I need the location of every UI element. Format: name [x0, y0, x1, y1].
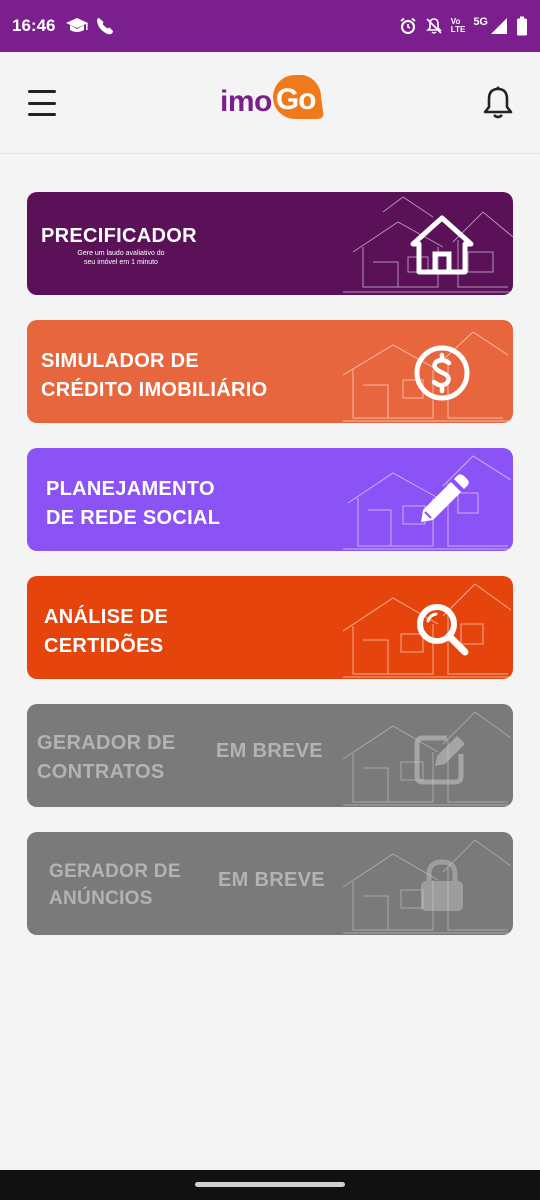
home-gesture-handle[interactable]: [195, 1182, 345, 1187]
status-bar: 16:46 Vo LTE 5G: [0, 0, 540, 52]
house-icon: [410, 215, 474, 275]
dollar-icon: [414, 345, 470, 401]
logo-text-go: Go: [275, 83, 317, 116]
pencil-icon: [421, 474, 469, 522]
feature-cards: PRECIFICADOR Gere um laudo avaliativo do…: [27, 192, 513, 960]
graduation-cap-icon: [66, 18, 89, 32]
card-gerador-anuncios: GERADOR DE ANÚNCIOS EM BREVE: [27, 832, 513, 935]
phone-icon: [97, 18, 114, 35]
card-title: ANÁLISE DE CERTIDÕES: [44, 606, 169, 657]
alarm-icon: [400, 17, 416, 34]
card-title: PLANEJAMENTO DE REDE SOCIAL: [46, 478, 221, 529]
card-title: GERADOR DE ANÚNCIOS: [49, 861, 181, 909]
magnifier-icon: [417, 604, 469, 656]
imogo-logo: imo Go: [220, 74, 329, 130]
menu-icon-line: [28, 101, 56, 105]
app-header: imo Go: [0, 52, 540, 154]
card-title: SIMULADOR DE CRÉDITO IMOBILIÁRIO: [41, 350, 268, 401]
card-analise-certidoes[interactable]: ANÁLISE DE CERTIDÕES: [27, 576, 513, 679]
volte-label: Vo LTE: [450, 17, 466, 34]
network-label: 5G: [473, 16, 488, 28]
status-time: 16:46: [12, 16, 56, 35]
signal-icon: [491, 18, 507, 34]
coming-soon-label: EM BREVE: [218, 869, 325, 891]
menu-icon-line: [28, 90, 56, 93]
mute-icon: [425, 18, 442, 34]
edit-icon: [414, 735, 465, 785]
notifications-button[interactable]: [482, 86, 514, 120]
bell-icon: [483, 86, 513, 119]
card-planejamento-rede-social[interactable]: PLANEJAMENTO DE REDE SOCIAL: [27, 448, 513, 551]
battery-icon: [517, 16, 527, 36]
card-title: GERADOR DE CONTRATOS: [37, 732, 176, 783]
menu-button[interactable]: [28, 90, 56, 116]
card-simulador-credito[interactable]: SIMULADOR DE CRÉDITO IMOBILIÁRIO: [27, 320, 513, 423]
system-navigation-bar: [0, 1170, 540, 1200]
card-gerador-contratos: GERADOR DE CONTRATOS EM BREVE: [27, 704, 513, 807]
lock-icon: [421, 859, 463, 911]
logo-go-badge: Go: [272, 75, 329, 129]
logo-text-imo: imo: [220, 85, 272, 118]
card-subtitle: Gere um laudo avaliativo do seu imóvel e…: [77, 250, 165, 266]
menu-icon-line: [28, 113, 56, 116]
card-title: PRECIFICADOR: [41, 225, 197, 247]
coming-soon-label: EM BREVE: [216, 740, 323, 762]
card-precificador[interactable]: PRECIFICADOR Gere um laudo avaliativo do…: [27, 192, 513, 295]
